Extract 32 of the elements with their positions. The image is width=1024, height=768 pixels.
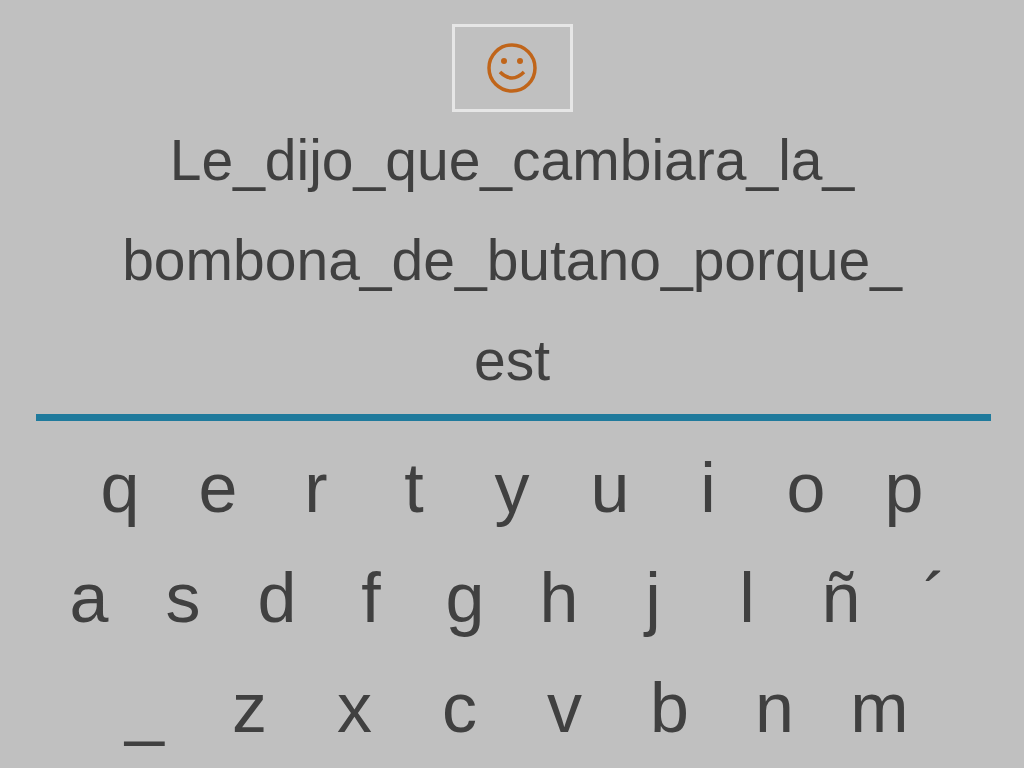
letter-key[interactable]: q — [71, 443, 169, 533]
letter-key[interactable]: b — [617, 663, 722, 753]
letter-key[interactable]: m — [827, 663, 932, 753]
letter-key[interactable]: d — [230, 553, 324, 643]
letter-key[interactable]: o — [757, 443, 855, 533]
letter-key[interactable]: g — [418, 553, 512, 643]
letter-key[interactable]: j — [606, 553, 700, 643]
letter-key[interactable]: s — [136, 553, 230, 643]
letter-key[interactable]: h — [512, 553, 606, 643]
sentence-text: Le_dijo_que_cambiara_la_ — [169, 127, 855, 194]
smiley-icon — [486, 42, 538, 94]
letter-key[interactable]: c — [407, 663, 512, 753]
letter-key[interactable]: p — [855, 443, 953, 533]
letter-key[interactable]: i — [659, 443, 757, 533]
letter-key[interactable]: y — [463, 443, 561, 533]
letter-key[interactable]: _ — [92, 663, 197, 753]
letter-key[interactable]: f — [324, 553, 418, 643]
letter-key[interactable]: n — [722, 663, 827, 753]
letter-key[interactable]: ñ — [794, 553, 888, 643]
letter-key[interactable]: ´ — [888, 553, 982, 643]
letter-key[interactable]: t — [365, 443, 463, 533]
sentence-text: bombona_de_butano_porque_ — [122, 227, 902, 294]
letter-key[interactable]: u — [561, 443, 659, 533]
letter-key[interactable]: z — [197, 663, 302, 753]
letter-key[interactable]: r — [267, 443, 365, 533]
letter-key[interactable]: x — [302, 663, 407, 753]
sentence-text: est — [473, 327, 550, 394]
letter-key[interactable]: a — [42, 553, 136, 643]
letter-key[interactable]: v — [512, 663, 617, 753]
letter-key[interactable]: l — [700, 553, 794, 643]
letter-key[interactable]: e — [169, 443, 267, 533]
hint-box[interactable] — [451, 24, 573, 112]
